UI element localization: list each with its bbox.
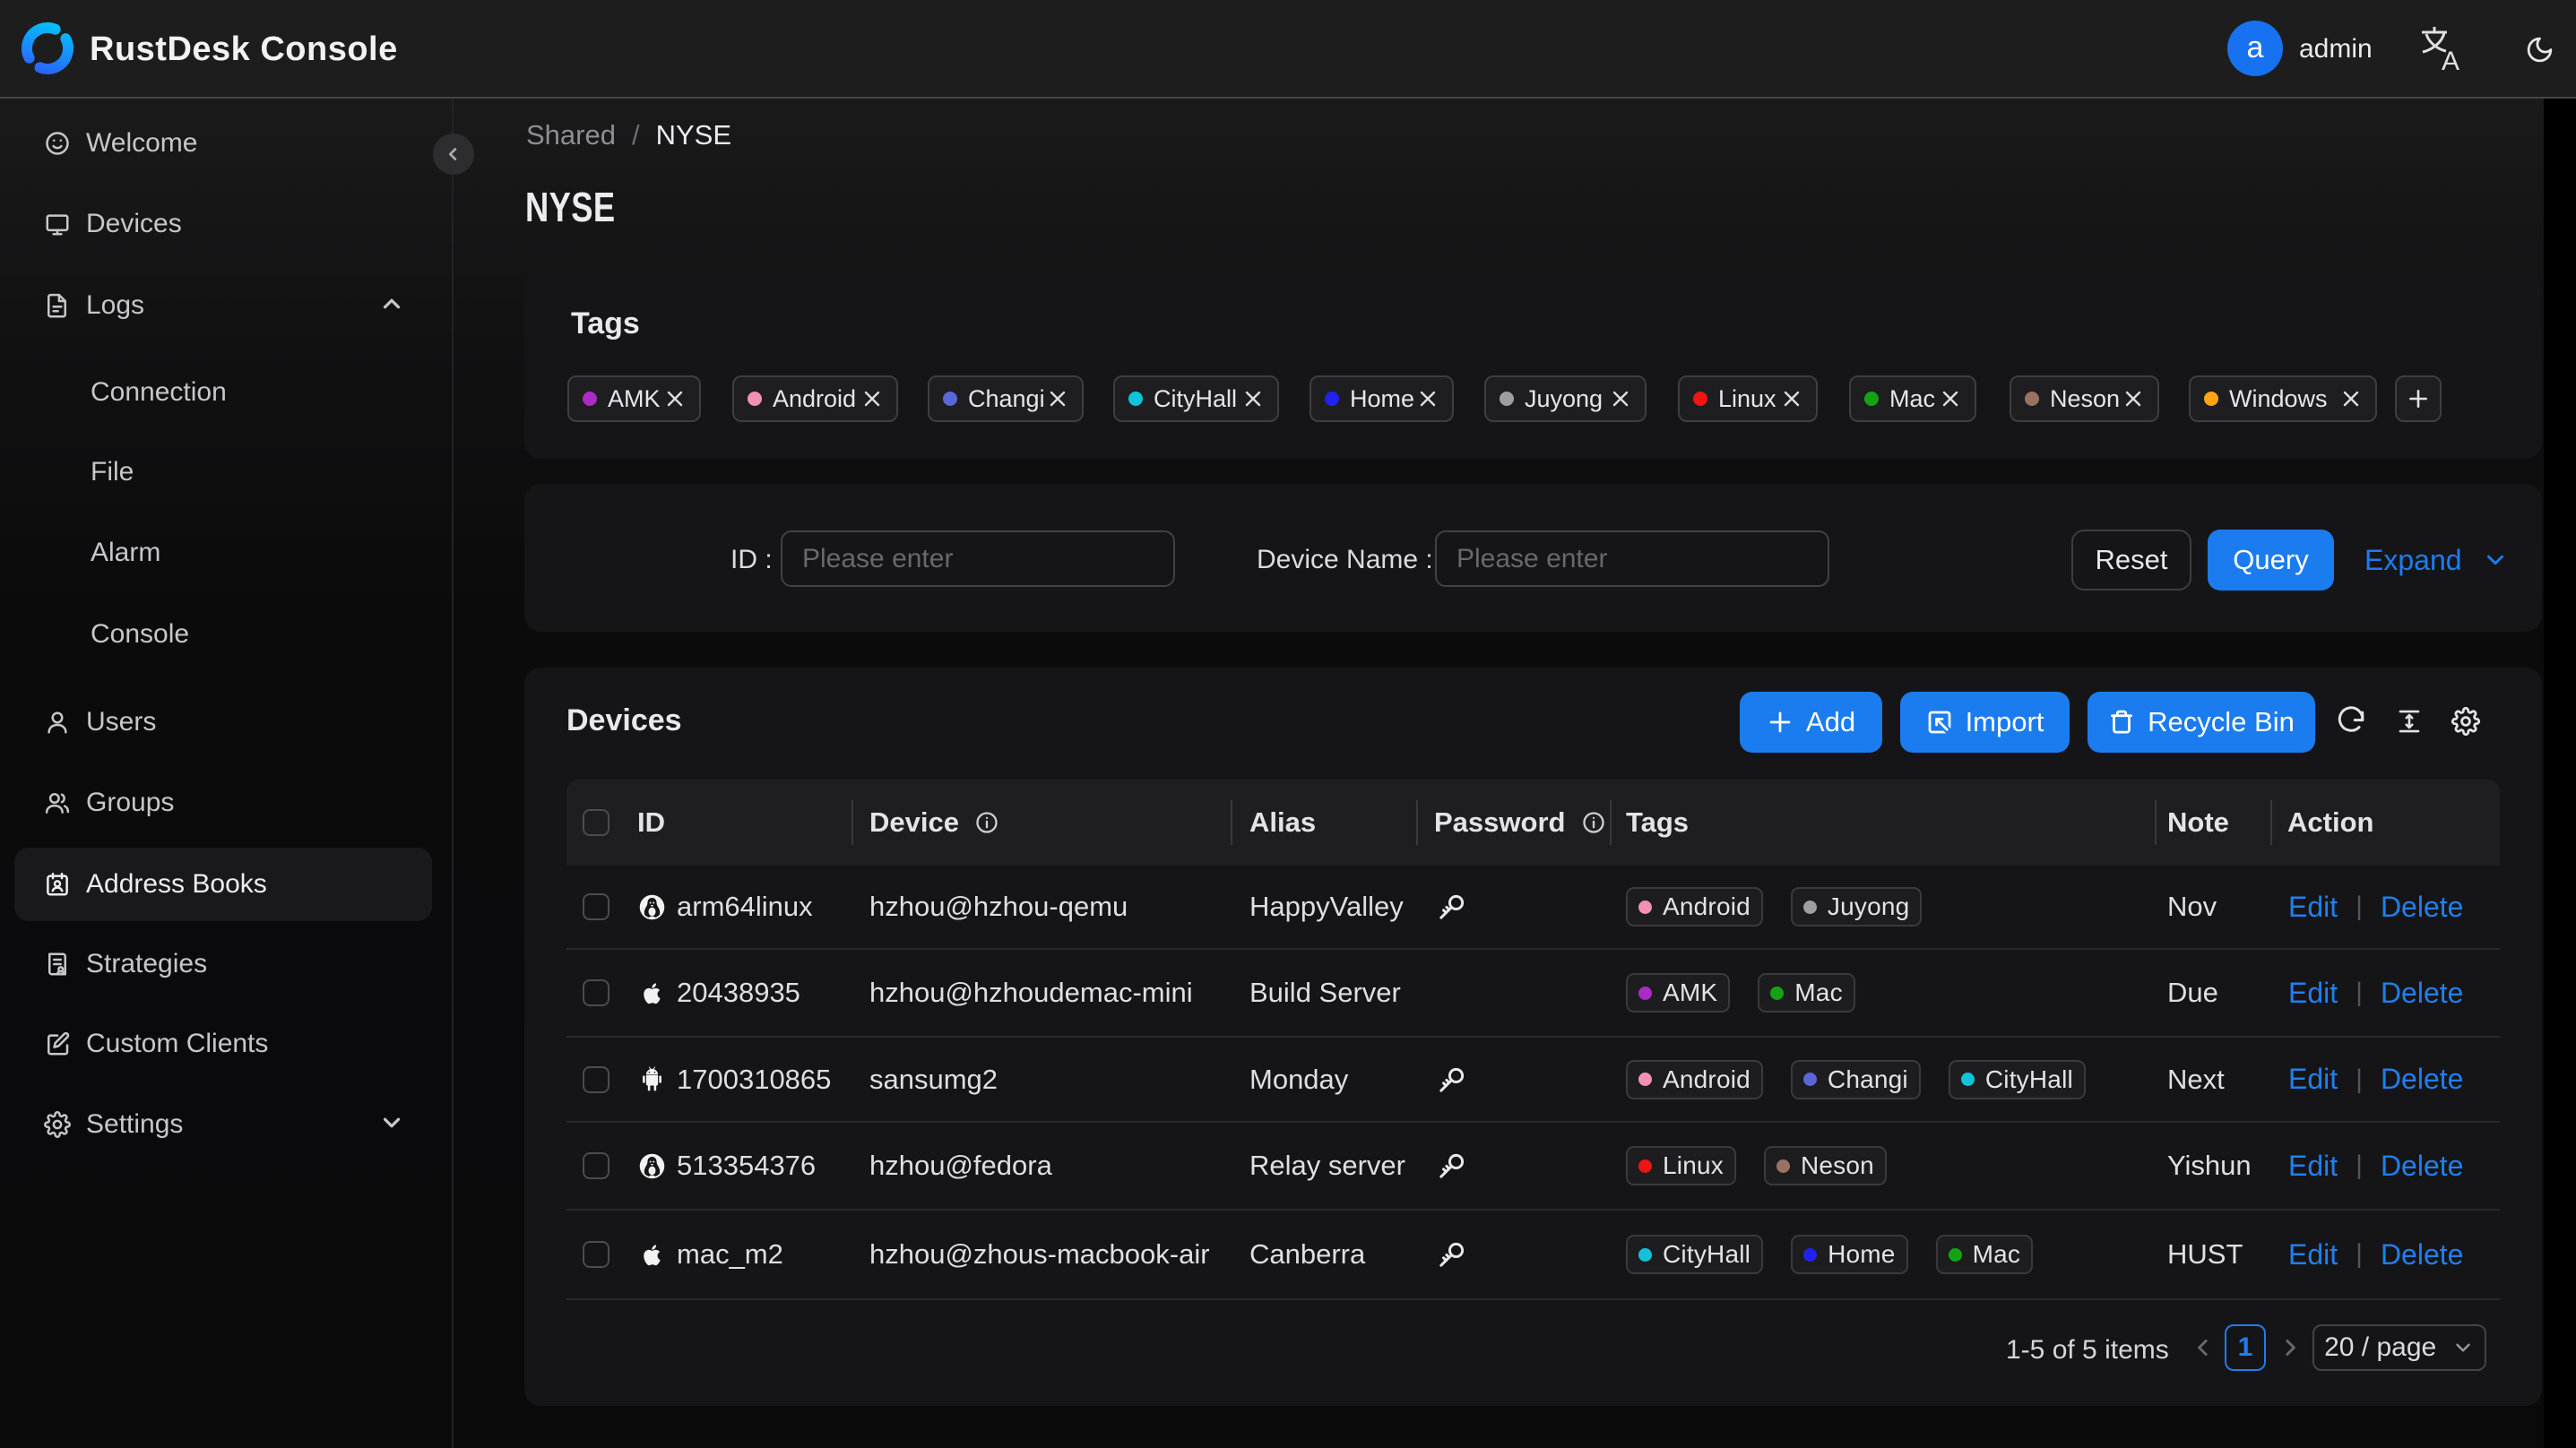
svg-text:A: A (2442, 47, 2459, 73)
